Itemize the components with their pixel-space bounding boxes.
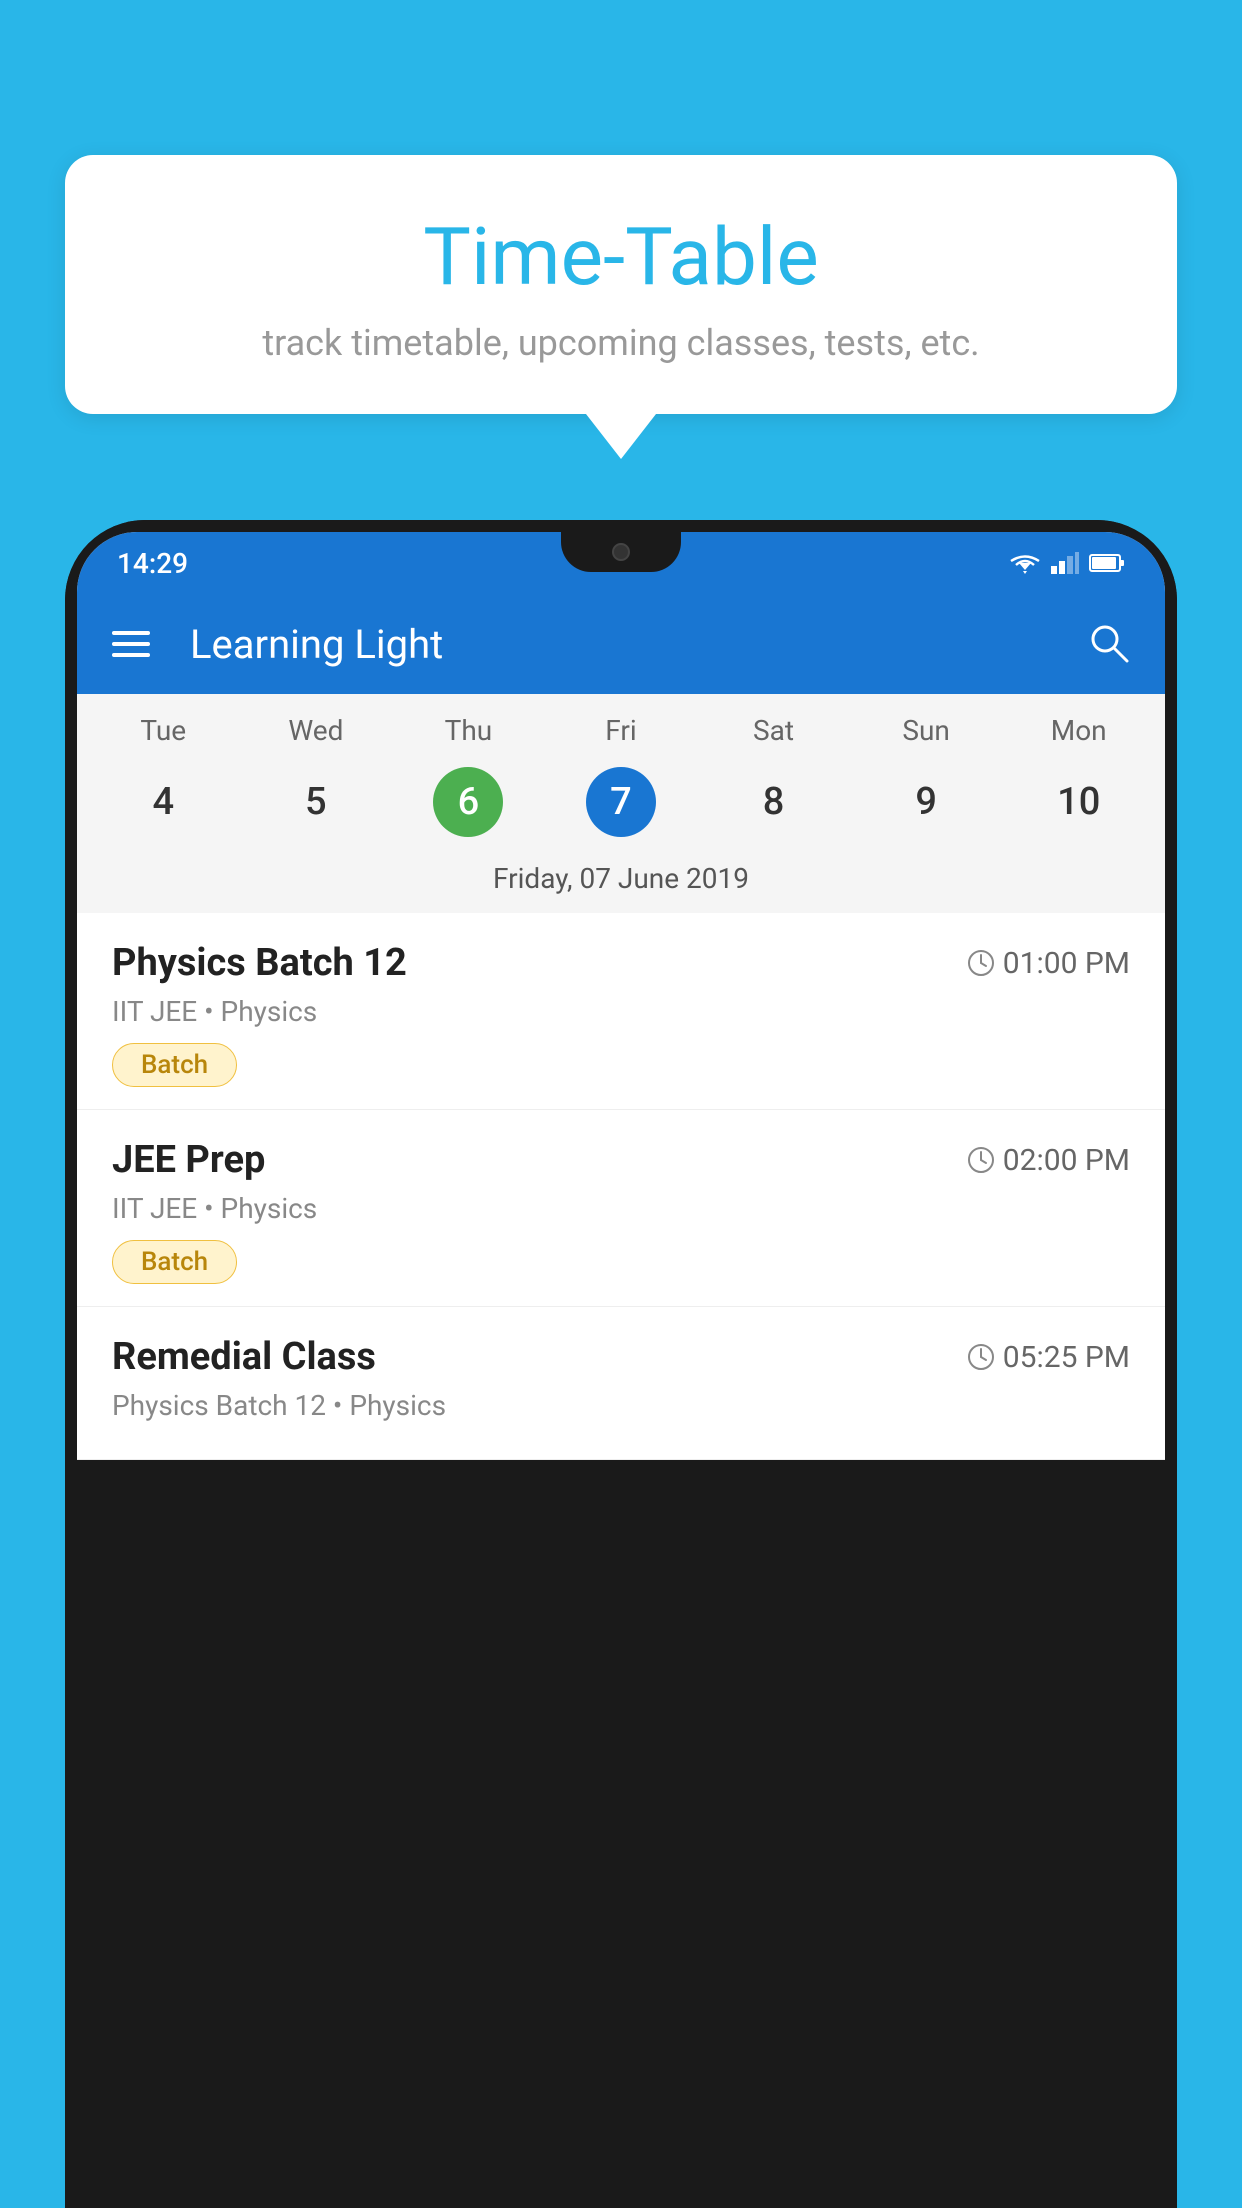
date-number-6-today: 6	[433, 767, 503, 837]
clock-icon	[967, 1146, 995, 1174]
schedule-item-2-batch-tag: Batch	[112, 1240, 237, 1284]
hamburger-line	[112, 642, 150, 646]
dates-row: 4 5 6 7 8 9	[77, 757, 1165, 857]
phone-inner-border: 14:29	[65, 520, 1177, 1460]
day-label-sun: Sun	[850, 714, 1003, 747]
notch	[561, 532, 681, 572]
day-label-thu: Thu	[392, 714, 545, 747]
date-cell-6[interactable]: 6	[392, 762, 545, 842]
hamburger-menu-icon[interactable]	[112, 631, 150, 657]
camera-notch	[612, 543, 630, 561]
schedule-item-2[interactable]: JEE Prep 02:00 PM IIT JEE • Physics Batc…	[77, 1110, 1165, 1307]
date-cell-10[interactable]: 10	[1002, 762, 1155, 842]
schedule-item-3-time: 05:25 PM	[967, 1340, 1130, 1375]
speech-bubble-title: Time-Table	[125, 210, 1117, 304]
schedule-item-1-header: Physics Batch 12 01:00 PM	[112, 941, 1130, 985]
day-label-tue: Tue	[87, 714, 240, 747]
day-label-sat: Sat	[697, 714, 850, 747]
schedule-item-1[interactable]: Physics Batch 12 01:00 PM IIT JEE • Phys…	[77, 913, 1165, 1110]
schedule-item-1-time: 01:00 PM	[967, 946, 1130, 981]
speech-bubble-section: Time-Table track timetable, upcoming cla…	[65, 155, 1177, 459]
date-cell-7[interactable]: 7	[545, 762, 698, 842]
schedule-item-3-title: Remedial Class	[112, 1335, 376, 1379]
date-number-8: 8	[739, 767, 809, 837]
schedule-item-1-batch-tag: Batch	[112, 1043, 237, 1087]
schedule-item-1-subtitle: IIT JEE • Physics	[112, 995, 1130, 1028]
schedule-item-2-time: 02:00 PM	[967, 1143, 1130, 1178]
day-label-mon: Mon	[1002, 714, 1155, 747]
app-bar-title: Learning Light	[190, 621, 1056, 668]
clock-icon	[967, 1343, 995, 1371]
date-number-10: 10	[1044, 767, 1114, 837]
date-cell-5[interactable]: 5	[240, 762, 393, 842]
status-bar: 14:29	[77, 532, 1165, 594]
battery-icon	[1089, 552, 1125, 574]
status-time: 14:29	[117, 547, 188, 580]
day-label-fri: Fri	[545, 714, 698, 747]
wifi-icon	[1009, 552, 1041, 574]
schedule-item-2-subtitle: IIT JEE • Physics	[112, 1192, 1130, 1225]
schedule-item-2-title: JEE Prep	[112, 1138, 265, 1182]
schedule-item-2-header: JEE Prep 02:00 PM	[112, 1138, 1130, 1182]
days-header: Tue Wed Thu Fri Sat Sun Mon	[77, 694, 1165, 757]
app-bar: Learning Light	[77, 594, 1165, 694]
date-number-4: 4	[128, 767, 198, 837]
search-button[interactable]	[1086, 620, 1130, 668]
date-cell-8[interactable]: 8	[697, 762, 850, 842]
selected-date-label: Friday, 07 June 2019	[77, 857, 1165, 913]
schedule-container: Physics Batch 12 01:00 PM IIT JEE • Phys…	[77, 913, 1165, 1460]
day-label-wed: Wed	[240, 714, 393, 747]
schedule-item-1-title: Physics Batch 12	[112, 941, 407, 985]
schedule-item-3[interactable]: Remedial Class 05:25 PM Physics Batch 12…	[77, 1307, 1165, 1460]
schedule-item-3-header: Remedial Class 05:25 PM	[112, 1335, 1130, 1379]
hamburger-line	[112, 631, 150, 635]
date-number-5: 5	[281, 767, 351, 837]
status-icons	[1009, 552, 1125, 574]
search-icon	[1086, 620, 1130, 664]
signal-icon	[1051, 552, 1079, 574]
date-cell-9[interactable]: 9	[850, 762, 1003, 842]
date-cell-4[interactable]: 4	[87, 762, 240, 842]
calendar-section: Tue Wed Thu Fri Sat Sun Mon 4 5	[77, 694, 1165, 913]
phone-screen: 14:29	[77, 532, 1165, 1460]
schedule-item-3-subtitle: Physics Batch 12 • Physics	[112, 1389, 1130, 1422]
hamburger-line	[112, 653, 150, 657]
date-number-9: 9	[891, 767, 961, 837]
clock-icon	[967, 949, 995, 977]
phone-frame: 14:29	[65, 520, 1177, 2208]
speech-bubble-tail	[586, 414, 656, 459]
speech-bubble: Time-Table track timetable, upcoming cla…	[65, 155, 1177, 414]
date-number-7-selected: 7	[586, 767, 656, 837]
speech-bubble-subtitle: track timetable, upcoming classes, tests…	[125, 322, 1117, 364]
